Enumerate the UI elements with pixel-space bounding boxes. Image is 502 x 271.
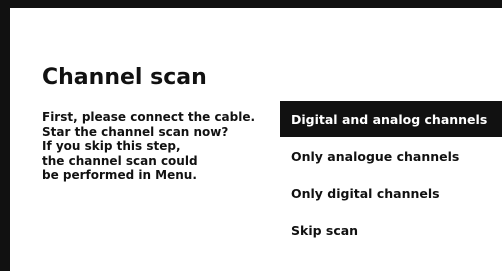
page-title: Channel scan	[42, 65, 207, 90]
instructions-line: be performed in Menu.	[42, 168, 197, 182]
option-skip-scan[interactable]: Skip scan	[280, 212, 502, 249]
option-digital-and-analog[interactable]: Digital and analog channels	[280, 101, 502, 137]
instructions-line: If you skip this step,	[42, 139, 181, 153]
instructions-line: First, please connect the cable.	[42, 110, 256, 124]
channel-scan-screen: Channel scan First, please connect the c…	[10, 8, 502, 271]
instructions-line: the channel scan could	[42, 153, 198, 168]
scan-options-menu: Digital and analog channels Only analogu…	[280, 101, 502, 249]
instructions-line: Star the channel scan now?	[42, 124, 229, 139]
option-only-digital[interactable]: Only digital channels	[280, 175, 502, 212]
instructions-text: First, please connect the cable. Star th…	[42, 110, 282, 183]
option-only-analogue[interactable]: Only analogue channels	[280, 138, 502, 175]
